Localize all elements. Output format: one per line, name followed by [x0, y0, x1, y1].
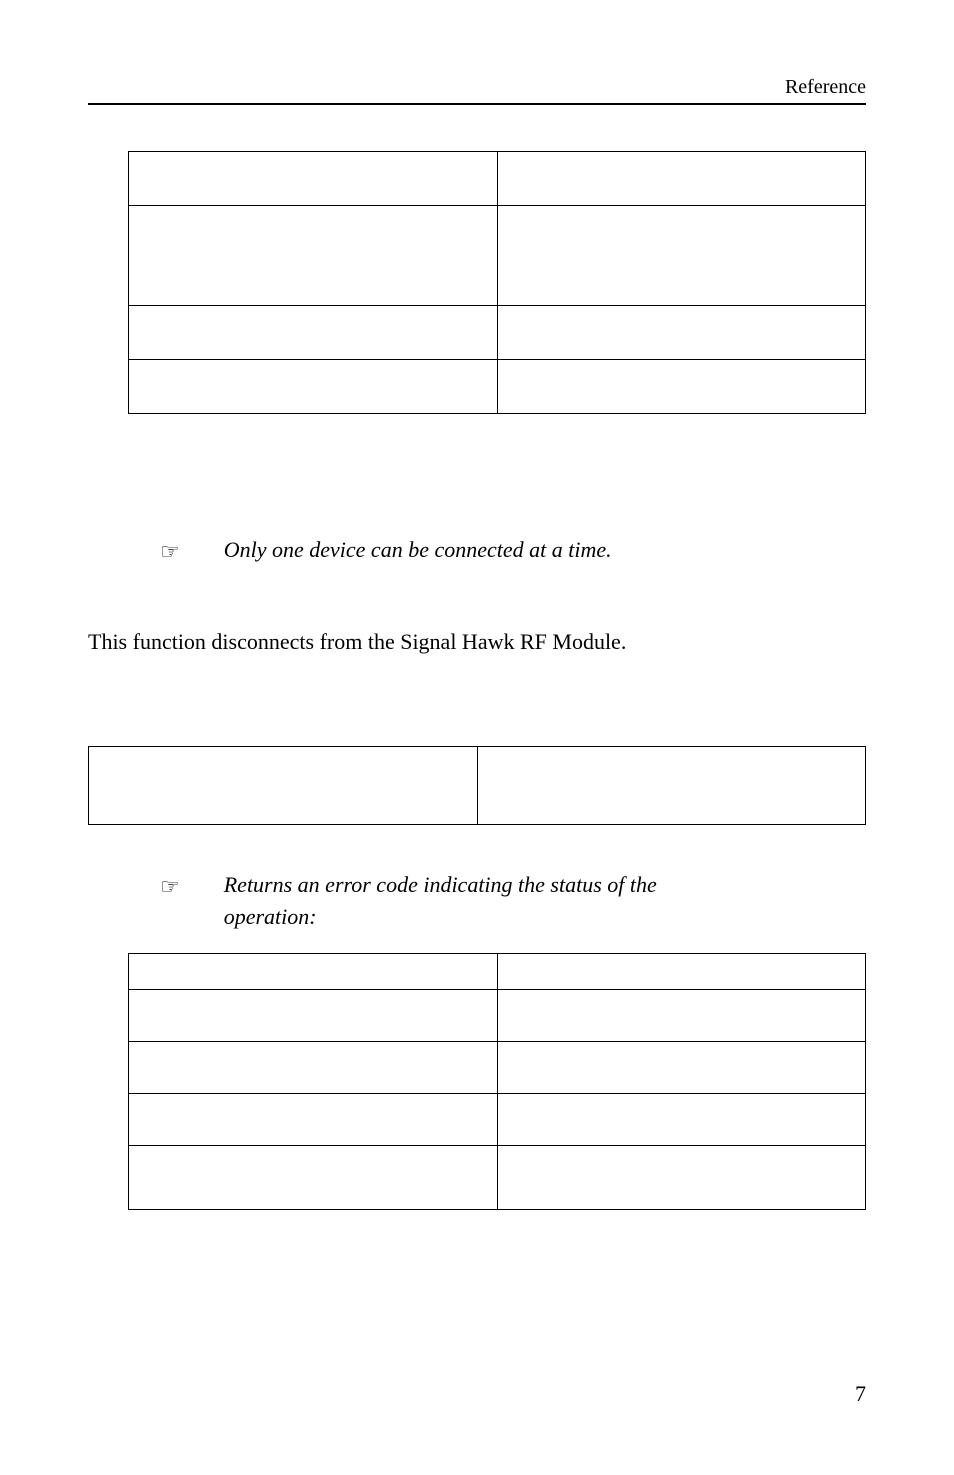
table-row	[129, 360, 866, 414]
note-text-line-1: Returns an error code indicating the sta…	[224, 872, 657, 897]
table-return-codes-2	[128, 953, 866, 1210]
note-text-line-2: operation:	[224, 904, 317, 929]
table-row	[129, 306, 866, 360]
table-header-row	[129, 953, 866, 989]
note-block: ☞ Returns an error code indicating the s…	[160, 869, 866, 933]
table-row	[89, 746, 866, 824]
note-block: ☞ Only one device can be connected at a …	[160, 534, 866, 568]
table-row	[129, 989, 866, 1041]
running-header: Reference	[88, 76, 866, 99]
table-return-codes-1	[128, 151, 866, 414]
table-row	[129, 1041, 866, 1093]
table-row	[129, 152, 866, 206]
table-row	[129, 1093, 866, 1145]
table-row	[129, 206, 866, 306]
note-text: Only one device can be connected at a ti…	[224, 534, 612, 566]
header-rule	[88, 103, 866, 105]
table-parameters	[88, 746, 866, 825]
table-row	[129, 1145, 866, 1209]
page: Reference ☞ Only one device can be conne…	[0, 0, 954, 1475]
pointing-hand-icon: ☞	[160, 536, 180, 568]
pointing-hand-icon: ☞	[160, 871, 180, 903]
body-paragraph: This function disconnects from the Signa…	[88, 626, 866, 658]
page-number: 7	[855, 1381, 866, 1407]
